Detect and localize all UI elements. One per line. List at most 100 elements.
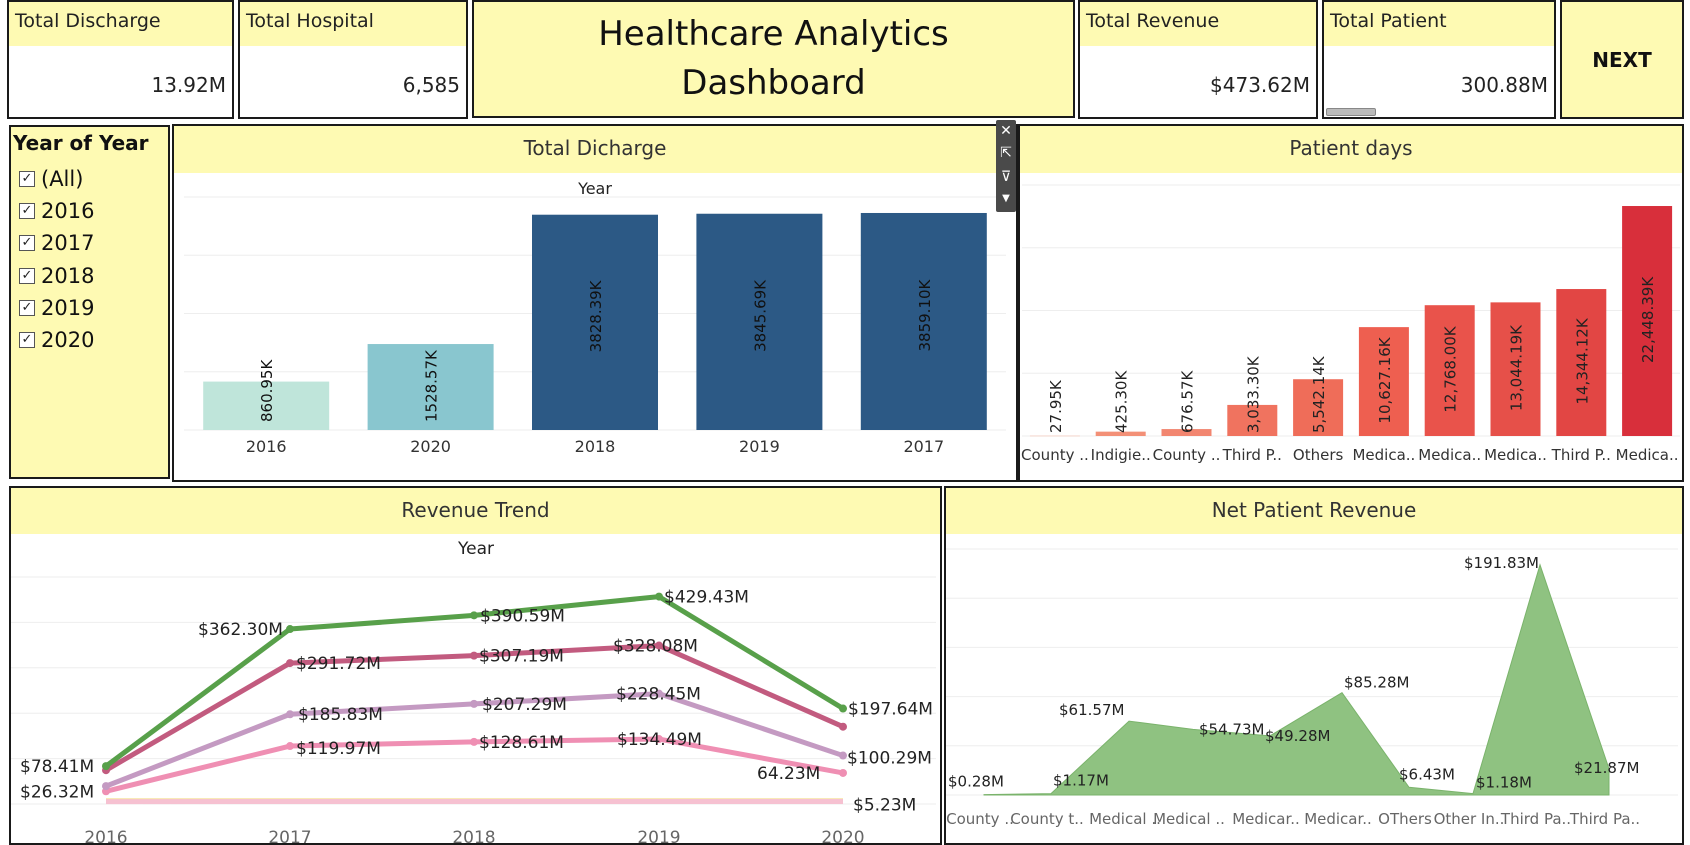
x-tick-label: County .. [946, 810, 1014, 828]
series-line [105, 736, 844, 794]
bar-value-label: 3859.10K [916, 278, 934, 351]
revenue-trend-panel: Revenue Trend Year $78.41M $362.30M $390.59… [9, 486, 942, 845]
kpi-value: 300.88M [1460, 73, 1548, 97]
checkbox-icon[interactable]: ✓ [19, 235, 35, 251]
data-label: $362.30M [198, 620, 283, 640]
filter-icon[interactable]: ⊽ [996, 166, 1016, 188]
x-tick-label: Other In.. [1434, 810, 1505, 828]
checkbox-icon[interactable]: ✓ [19, 171, 35, 187]
data-point [655, 592, 663, 601]
x-tick-label: 2020 [821, 828, 864, 845]
x-tick-label: Medica.. [1418, 446, 1481, 464]
x-tick-label: County .. [1153, 446, 1221, 464]
bar-value-label: 10,627.16K [1376, 336, 1394, 423]
data-point [839, 751, 847, 760]
x-tick-label: Medica.. [1484, 446, 1547, 464]
x-tick-label: Medicar.. [1232, 810, 1300, 828]
checkbox-icon[interactable]: ✓ [19, 300, 35, 316]
filter-option-all[interactable]: ✓ (All) [19, 166, 83, 192]
checkbox-icon[interactable]: ✓ [19, 268, 35, 284]
kpi-value: 6,585 [402, 73, 460, 97]
data-label: $5.23M [853, 795, 916, 815]
data-point [470, 737, 478, 746]
filter-option-label: (All) [41, 167, 84, 191]
x-tick-label: Third Pa.. [1500, 810, 1571, 828]
filter-option-2016[interactable]: ✓ 2016 [19, 198, 94, 224]
x-tick-label: Third P.. [1551, 446, 1611, 464]
data-label: $1.18M [1476, 774, 1532, 792]
dashboard-title-card: Healthcare Analytics Dashboard [472, 0, 1075, 118]
data-label: $328.08M [613, 637, 698, 657]
x-tick-label: County t.. [1010, 810, 1084, 828]
data-label: $228.45M [616, 685, 701, 705]
x-tick-label: 2018 [452, 828, 495, 845]
net-patient-revenue-panel: Net Patient Revenue $0.28M $1.17M $61.57M $… [944, 486, 1684, 845]
x-tick-label: OThers [1378, 810, 1432, 828]
bar-value-label: 860.95K [258, 359, 276, 422]
kpi-label: Total Discharge [15, 10, 161, 32]
data-label: $21.87M [1574, 759, 1639, 777]
revenue-trend-title: Revenue Trend [11, 488, 940, 534]
data-label: $0.28M [948, 773, 1004, 791]
year-filter-panel: Year of Year ✓ (All) ✓ 2016 ✓ 2017 ✓ 2018 ✓ 2… [9, 125, 170, 479]
filter-option-label: 2018 [41, 264, 95, 288]
bar-value-label: 27.95K [1047, 379, 1065, 433]
x-tick-label: County .. [1021, 446, 1089, 464]
popout-icon[interactable]: ⇱ [996, 142, 1016, 164]
discharge-bar-chart: Year 860.95K 2016 1528.57K 2020 3828.39K 2018 3… [184, 179, 1006, 456]
filter-option-2019[interactable]: ✓ 2019 [19, 295, 94, 321]
x-tick-label: 2019 [739, 437, 780, 456]
data-label: $119.97M [296, 739, 381, 759]
data-label: $207.29M [482, 695, 567, 715]
bar-value-label: 3828.39K [587, 279, 605, 352]
x-tick-label: Third P.. [1222, 446, 1282, 464]
bar-value-label: 1528.57K [423, 349, 441, 422]
kpi-total-revenue: Total Revenue $473.62M [1078, 0, 1318, 119]
bar [1029, 435, 1080, 437]
net-patient-revenue-area-chart: $0.28M $1.17M $61.57M $54.73M $49.28M $85.28M… [946, 548, 1678, 828]
checkbox-icon[interactable]: ✓ [19, 332, 35, 348]
filter-title: Year of Year [13, 131, 149, 155]
data-label: $100.29M [847, 749, 932, 769]
bar-value-label: 14,344.12K [1573, 317, 1591, 404]
data-label: $185.83M [298, 705, 383, 725]
close-icon[interactable]: ✕ [996, 120, 1016, 142]
filter-option-label: 2016 [41, 199, 95, 223]
kpi-label: Total Hospital [246, 10, 374, 32]
data-label: 64.23M [757, 764, 820, 784]
kpi-label: Total Patient [1330, 10, 1447, 32]
discharge-chart-panel: Total Dicharge Year 860.95K 2016 1528.57K 20… [172, 124, 1018, 482]
filter-option-2020[interactable]: ✓ 2020 [19, 327, 94, 353]
x-tick-label: Medica.. [1616, 446, 1679, 464]
patient-days-chart-title: Patient days [1020, 126, 1682, 173]
data-label: $128.61M [479, 733, 564, 753]
data-label: $49.28M [1265, 727, 1330, 745]
filter-option-2017[interactable]: ✓ 2017 [19, 230, 94, 256]
data-point [470, 611, 478, 620]
data-label: $61.57M [1059, 701, 1124, 719]
dropdown-icon[interactable]: ▼ [996, 188, 1016, 210]
data-point [286, 625, 294, 634]
filter-option-2018[interactable]: ✓ 2018 [19, 263, 94, 289]
data-point [286, 742, 294, 751]
data-point [102, 782, 110, 791]
kpi-total-hospital: Total Hospital 6,585 [238, 0, 468, 119]
data-point [470, 651, 478, 660]
bar-value-label: 3,033.30K [1244, 355, 1262, 433]
next-button[interactable]: NEXT [1560, 0, 1684, 119]
drag-handle[interactable] [1326, 108, 1376, 116]
data-label: $85.28M [1344, 674, 1409, 692]
data-label: $307.19M [479, 647, 564, 667]
filter-option-label: 2017 [41, 231, 95, 255]
checkbox-icon[interactable]: ✓ [19, 203, 35, 219]
data-point [102, 762, 110, 771]
patient-days-chart-panel: Patient days 27.95K County .. 425.30K Indig… [1018, 124, 1684, 482]
x-tick-label: 2018 [575, 437, 616, 456]
data-point [286, 659, 294, 668]
x-axis-title: Year [457, 539, 494, 559]
data-label: $191.83M [1464, 554, 1539, 572]
x-tick-label: Medica.. [1352, 446, 1415, 464]
data-point [839, 722, 847, 731]
dashboard-title-line2: Dashboard [681, 63, 866, 103]
data-label: $197.64M [848, 700, 933, 720]
